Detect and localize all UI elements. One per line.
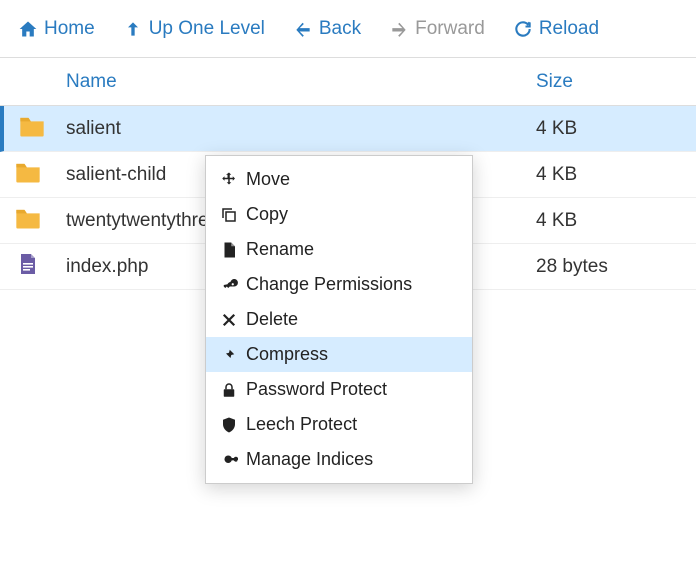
context-menu-label: Rename [246,239,314,260]
back-label: Back [319,18,361,40]
folder-icon [14,160,42,184]
context-menu-manage-indices[interactable]: Manage Indices [206,442,472,477]
compress-icon [220,346,238,364]
table-row[interactable]: salient4 KB [0,106,696,152]
password-icon [220,381,238,399]
leech-icon [220,416,238,434]
reload-button[interactable]: Reload [513,18,599,40]
folder-icon [18,114,46,138]
column-header-name[interactable]: Name [60,71,526,93]
home-button[interactable]: Home [18,18,95,40]
permissions-icon [220,276,238,294]
delete-icon [220,311,238,329]
reload-icon [513,19,533,39]
context-menu-label: Copy [246,204,288,225]
file-size: 4 KB [526,118,696,140]
reload-label: Reload [539,18,599,40]
move-icon [220,171,238,189]
context-menu-label: Change Permissions [246,274,412,295]
file-icon [14,252,42,276]
context-menu-label: Leech Protect [246,414,357,435]
context-menu-leech-protect[interactable]: Leech Protect [206,407,472,442]
context-menu-move[interactable]: Move [206,162,472,197]
context-menu-delete[interactable]: Delete [206,302,472,337]
up-one-level-button[interactable]: Up One Level [123,18,265,40]
up-arrow-icon [123,19,143,39]
context-menu-label: Compress [246,344,328,365]
forward-arrow-icon [389,19,409,39]
context-menu-copy[interactable]: Copy [206,197,472,232]
copy-icon [220,206,238,224]
back-button[interactable]: Back [293,18,361,40]
file-name: salient [60,118,526,140]
back-arrow-icon [293,19,313,39]
context-menu: Move Copy Rename Change Permissions Delete Co… [205,155,473,484]
context-menu-rename[interactable]: Rename [206,232,472,267]
context-menu-label: Password Protect [246,379,387,400]
rename-icon [220,241,238,259]
context-menu-compress[interactable]: Compress [206,337,472,372]
context-menu-label: Delete [246,309,298,330]
file-size: 4 KB [526,210,696,232]
context-menu-change-permissions[interactable]: Change Permissions [206,267,472,302]
context-menu-password-protect[interactable]: Password Protect [206,372,472,407]
forward-button[interactable]: Forward [389,18,485,40]
forward-label: Forward [415,18,485,40]
home-label: Home [44,18,95,40]
file-size: 4 KB [526,164,696,186]
context-menu-label: Move [246,169,290,190]
folder-icon [14,206,42,230]
toolbar: Home Up One Level Back Forward Reload [0,0,696,58]
home-icon [18,19,38,39]
column-header-size[interactable]: Size [526,71,696,93]
context-menu-label: Manage Indices [246,449,373,470]
up-label: Up One Level [149,18,265,40]
table-header: Name Size [0,58,696,106]
file-size: 28 bytes [526,256,696,278]
indices-icon [220,451,238,469]
